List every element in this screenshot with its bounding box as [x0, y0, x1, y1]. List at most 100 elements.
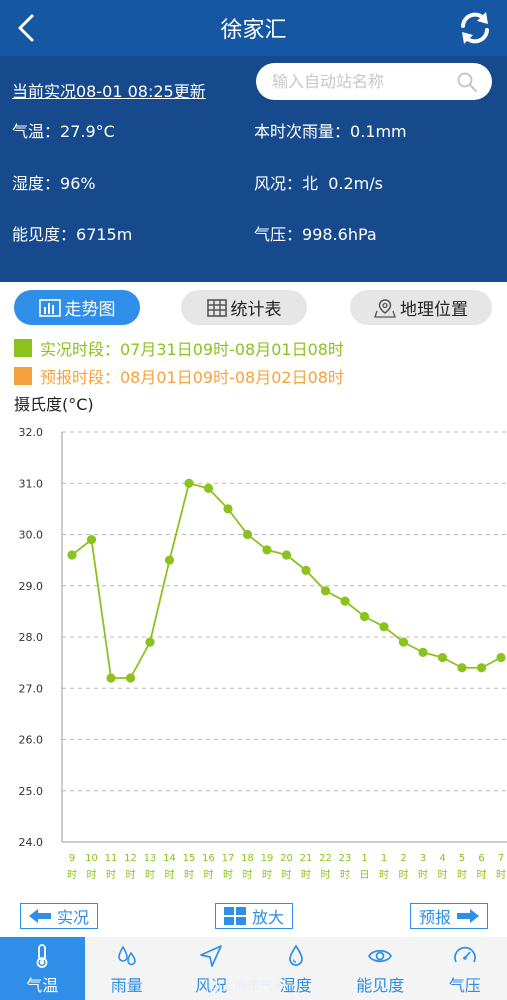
data-point [125, 673, 136, 683]
raindrops-icon [117, 945, 136, 966]
data-point [301, 565, 311, 575]
arrow-right-icon [457, 909, 479, 923]
tab-stats-table[interactable]: 统计表 [181, 290, 307, 325]
x-tick-label: 13 时 [144, 853, 157, 881]
data-point [86, 535, 97, 545]
rainfall-value: 0.1mm [350, 122, 407, 141]
y-tick-label: 28.0 [19, 631, 44, 644]
legend-forecast-swatch [14, 367, 32, 385]
bottom-tab-visibility[interactable]: 能见度 [338, 937, 423, 1000]
x-tick-label: 16 时 [202, 853, 215, 881]
data-point [67, 550, 77, 560]
x-tick-label: 20 时 [280, 853, 293, 881]
bottom-tab-pressure[interactable]: 气压 [423, 937, 507, 1000]
x-tick-label: 1时 [379, 853, 389, 881]
table-grid-icon [206, 298, 227, 317]
arrow-left-icon [28, 909, 51, 923]
update-time-link[interactable]: 当前实况08-01 08:25更新 [12, 78, 206, 102]
humidity-label: 湿度： [12, 174, 61, 193]
temperature-value: 27.9°C [60, 122, 115, 141]
x-tick-label: 9时 [67, 853, 77, 881]
refresh-icon [461, 12, 489, 44]
x-tick-label: 15 时 [183, 853, 196, 881]
y-tick-label: 29.0 [19, 580, 44, 593]
data-point [437, 652, 448, 663]
station-search [256, 63, 492, 100]
x-tick-label: 1日 [360, 853, 370, 881]
y-tick-label: 30.0 [19, 529, 44, 542]
x-tick-label: 10 时 [85, 853, 98, 881]
prev-actual-label: 实况 [56, 908, 89, 927]
header-panel: 徐家汇 当前实况08-01 08:25更新 气温：27.9°C 本时次雨量：0.… [0, 0, 507, 282]
x-tick-label: 5时 [457, 853, 467, 881]
data-point [223, 504, 233, 514]
y-tick-label: 31.0 [19, 477, 44, 490]
visibility-label: 能见度： [12, 225, 77, 244]
temperature-line-chart: 32.0 31.0 30.0 29.0 28.0 27.0 26.0 25.0 24.0 9 时 10… [19, 426, 507, 881]
x-tick-label: 2时 [399, 853, 409, 881]
station-search-input[interactable] [272, 69, 452, 94]
rainfall-label: 本时次雨量： [254, 122, 351, 141]
pressure-value: 998.6hPa [302, 225, 377, 244]
x-tick-label: 11 时 [105, 853, 118, 881]
legend-actual-swatch [14, 339, 32, 357]
zoom-button[interactable]: 放大 [215, 903, 293, 929]
data-point [262, 545, 272, 555]
refresh-button[interactable] [455, 8, 495, 48]
map-pin-icon [374, 298, 396, 318]
thermometer-icon [36, 944, 48, 968]
data-point [476, 663, 487, 673]
data-point [398, 637, 409, 647]
grid-zoom-icon [223, 907, 246, 925]
humidity-reading: 湿度：96% [12, 170, 96, 194]
x-tick-label: 12 时 [124, 853, 137, 881]
x-tick-label: 19 时 [261, 853, 274, 881]
y-axis-unit-label: 摄氏度(°C) [14, 395, 94, 414]
data-point [320, 586, 331, 596]
data-point [457, 663, 467, 673]
visibility-reading: 能见度：6715m [12, 221, 132, 245]
pressure-reading: 气压：998.6hPa [254, 221, 377, 245]
data-point [340, 596, 350, 606]
temperature-reading: 气温：27.9°C [12, 118, 115, 142]
watermark: @上海市气象 [208, 979, 287, 994]
data-point [496, 652, 506, 663]
tab-location[interactable]: 地理位置 [350, 290, 492, 325]
tab-trend-chart-label: 走势图 [64, 300, 116, 320]
visibility-value: 6715m [76, 225, 133, 244]
x-tick-label: 4时 [438, 853, 448, 881]
bottom-tab-visibility-label: 能见度 [356, 976, 405, 995]
y-tick-label: 32.0 [19, 426, 44, 439]
bottom-tab-temperature[interactable]: 气温 [0, 937, 85, 1000]
data-point [418, 647, 428, 657]
y-tick-label: 27.0 [19, 682, 44, 695]
wind-label: 风况： [254, 174, 303, 193]
gauge-icon [453, 946, 476, 963]
tab-trend-chart[interactable]: 走势图 [14, 290, 140, 325]
y-tick-label: 25.0 [19, 785, 44, 798]
bottom-tab-pressure-label: 气压 [448, 976, 481, 995]
top-bar: 徐家汇 [0, 0, 507, 56]
prev-actual-button[interactable]: 实况 [20, 903, 98, 929]
search-icon[interactable] [456, 71, 478, 93]
wind-value: 北 0.2m/s [302, 174, 383, 193]
data-point [281, 550, 292, 560]
legend-actual: 实况时段：07月31日09时-08月01日08时 [14, 337, 344, 359]
legend-forecast: 预报时段：08月01日09时-08月02日08时 [14, 365, 344, 387]
series-line-actual [71, 482, 502, 679]
x-tick-label: 17 时 [222, 853, 235, 881]
next-forecast-button[interactable]: 预报 [410, 903, 488, 929]
data-point [203, 483, 214, 493]
rainfall-reading: 本时次雨量：0.1mm [254, 118, 407, 142]
bottom-tab-temperature-label: 气温 [26, 976, 59, 995]
legend-actual-text: 实况时段：07月31日09时-08月01日08时 [40, 340, 344, 359]
x-tick-label: 23 时 [339, 853, 352, 881]
temperature-label: 气温： [12, 122, 61, 141]
bottom-tab-rainfall[interactable]: 雨量 [85, 937, 170, 1000]
bar-chart-icon [38, 298, 61, 317]
x-tick-label: 21 时 [300, 853, 313, 881]
data-point [145, 637, 155, 647]
data-point [359, 611, 370, 622]
y-tick-label: 24.0 [19, 836, 44, 849]
y-tick-label: 26.0 [19, 734, 44, 747]
